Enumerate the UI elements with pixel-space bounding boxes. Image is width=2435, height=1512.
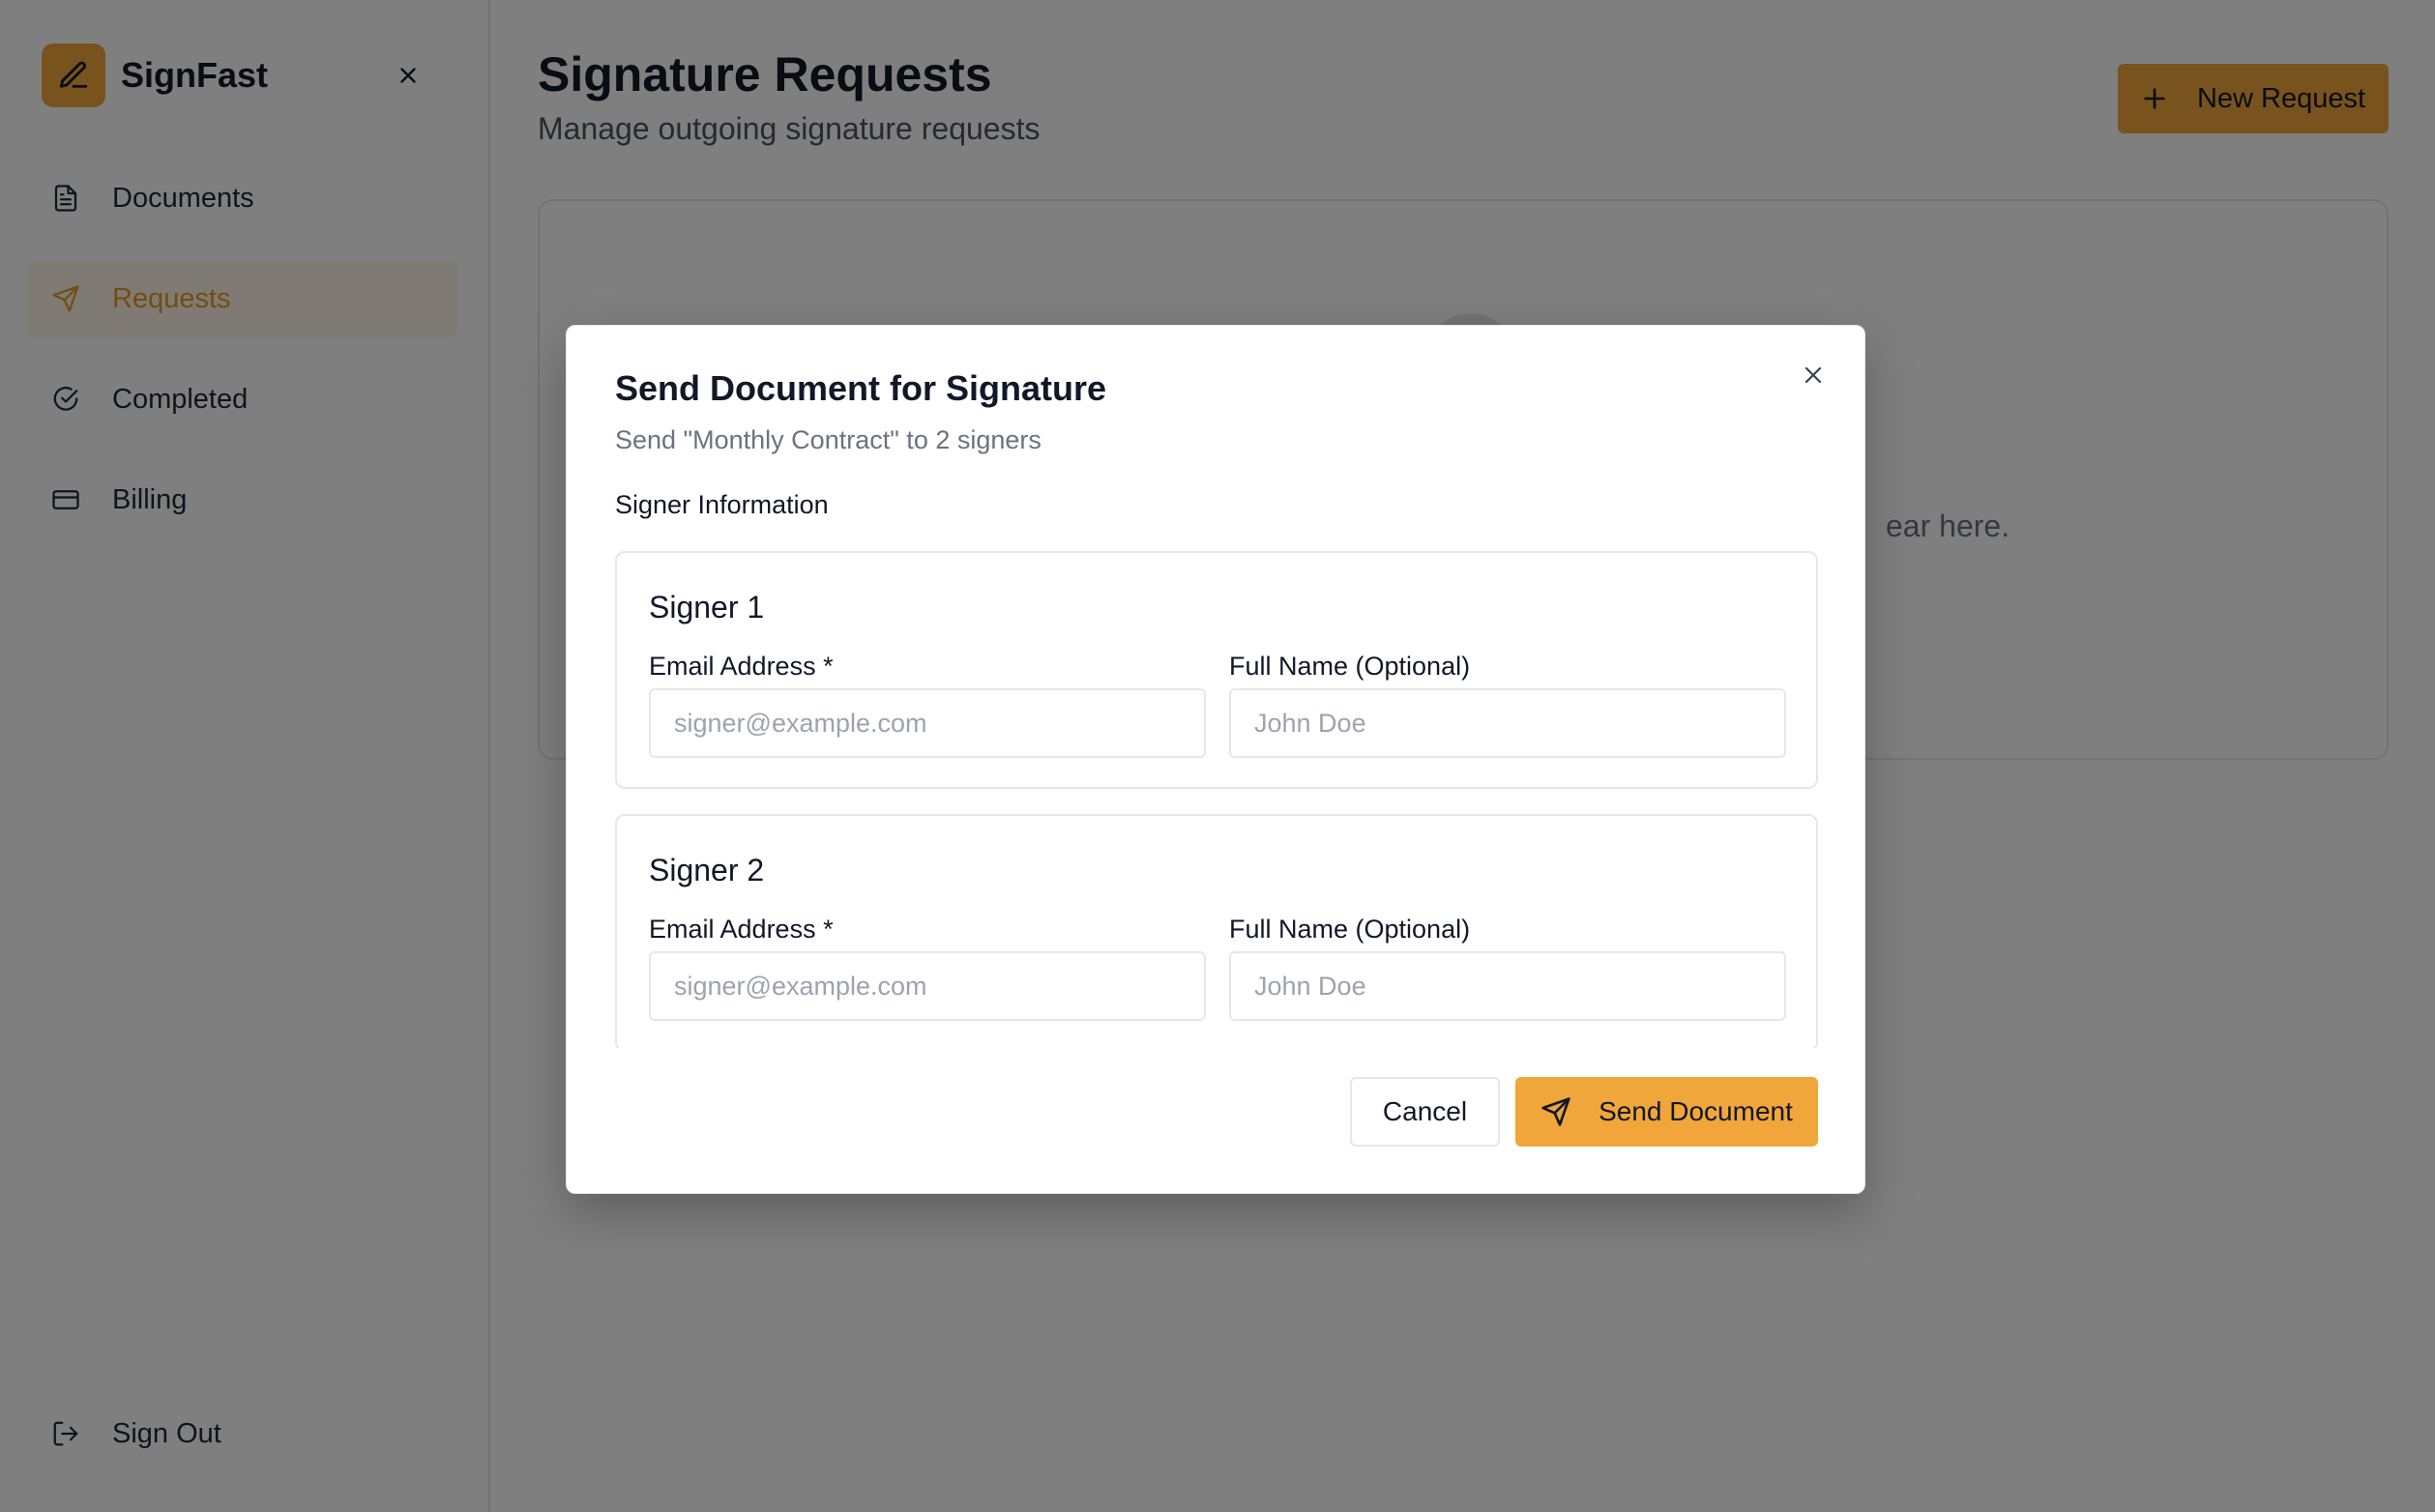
- send-document-button[interactable]: Send Document: [1515, 1077, 1818, 1147]
- signer-card: Signer 1 Email Address * Full Name (Opti…: [615, 551, 1818, 789]
- send-document-dialog: Send Document for Signature Send "Monthl…: [566, 325, 1865, 1194]
- cancel-button[interactable]: Cancel: [1350, 1077, 1500, 1147]
- dialog-title: Send Document for Signature: [615, 368, 1107, 408]
- email-label: Email Address *: [649, 652, 834, 681]
- email-label: Email Address *: [649, 915, 834, 944]
- signers-list[interactable]: Signer 1 Email Address * Full Name (Opti…: [615, 551, 1818, 1048]
- full-name-label: Full Name (Optional): [1229, 652, 1471, 681]
- signer-title: Signer 2: [649, 853, 765, 887]
- send-icon: [1540, 1096, 1571, 1127]
- dialog-description: Send "Monthly Contract" to 2 signers: [615, 425, 1041, 454]
- signer-card: Signer 2 Email Address * Full Name (Opti…: [615, 814, 1818, 1048]
- signer-information-label: Signer Information: [615, 490, 829, 519]
- send-document-label: Send Document: [1599, 1096, 1793, 1126]
- signer-2-name-input[interactable]: [1229, 951, 1786, 1021]
- signer-1-email-input[interactable]: [649, 688, 1206, 758]
- close-icon[interactable]: [1797, 359, 1830, 392]
- signer-title: Signer 1: [649, 590, 765, 625]
- full-name-label: Full Name (Optional): [1229, 915, 1471, 944]
- signer-1-name-input[interactable]: [1229, 688, 1786, 758]
- signer-2-email-input[interactable]: [649, 951, 1206, 1021]
